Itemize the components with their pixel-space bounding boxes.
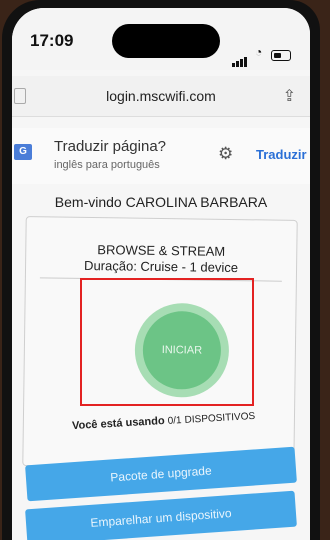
usage-suffix: DISPOSITIVOS <box>184 410 256 426</box>
highlight-box <box>80 278 254 406</box>
welcome-text: Bem-vindo CAROLINA BARBARA <box>54 194 268 210</box>
translate-button[interactable]: Traduzir <box>256 147 307 162</box>
status-bar: 17:09 ◔ <box>12 8 310 70</box>
translate-bar: G Traduzir página? inglês para português… <box>12 128 310 184</box>
wifi-icon: ◔ <box>255 45 263 59</box>
phone-frame: 17:09 ◔ login.mscwifi.com ⇪ G Traduzir p… <box>2 0 320 540</box>
share-icon[interactable]: ⇪ <box>283 86 296 106</box>
translate-title: Traduzir página? <box>54 138 167 155</box>
gear-icon[interactable]: ⚙ <box>218 144 233 164</box>
phone-screen: 17:09 ◔ login.mscwifi.com ⇪ G Traduzir p… <box>12 8 310 540</box>
signal-icon <box>232 49 248 67</box>
translate-subtitle: inglês para português <box>54 159 160 171</box>
google-translate-icon: G <box>14 144 32 160</box>
package-duration: Duração: Cruise - 1 device <box>84 257 239 276</box>
usage-count: 0/1 <box>167 415 182 427</box>
dynamic-island <box>112 24 220 58</box>
device-usage-text: Você está usando 0/1 DISPOSITIVOS <box>72 410 256 432</box>
usage-prefix: Você está usando <box>71 415 165 433</box>
status-time: 17:09 <box>30 31 74 50</box>
battery-icon <box>271 50 291 61</box>
url-text[interactable]: login.mscwifi.com <box>12 88 310 104</box>
browser-address-bar[interactable]: login.mscwifi.com ⇪ <box>12 76 310 117</box>
